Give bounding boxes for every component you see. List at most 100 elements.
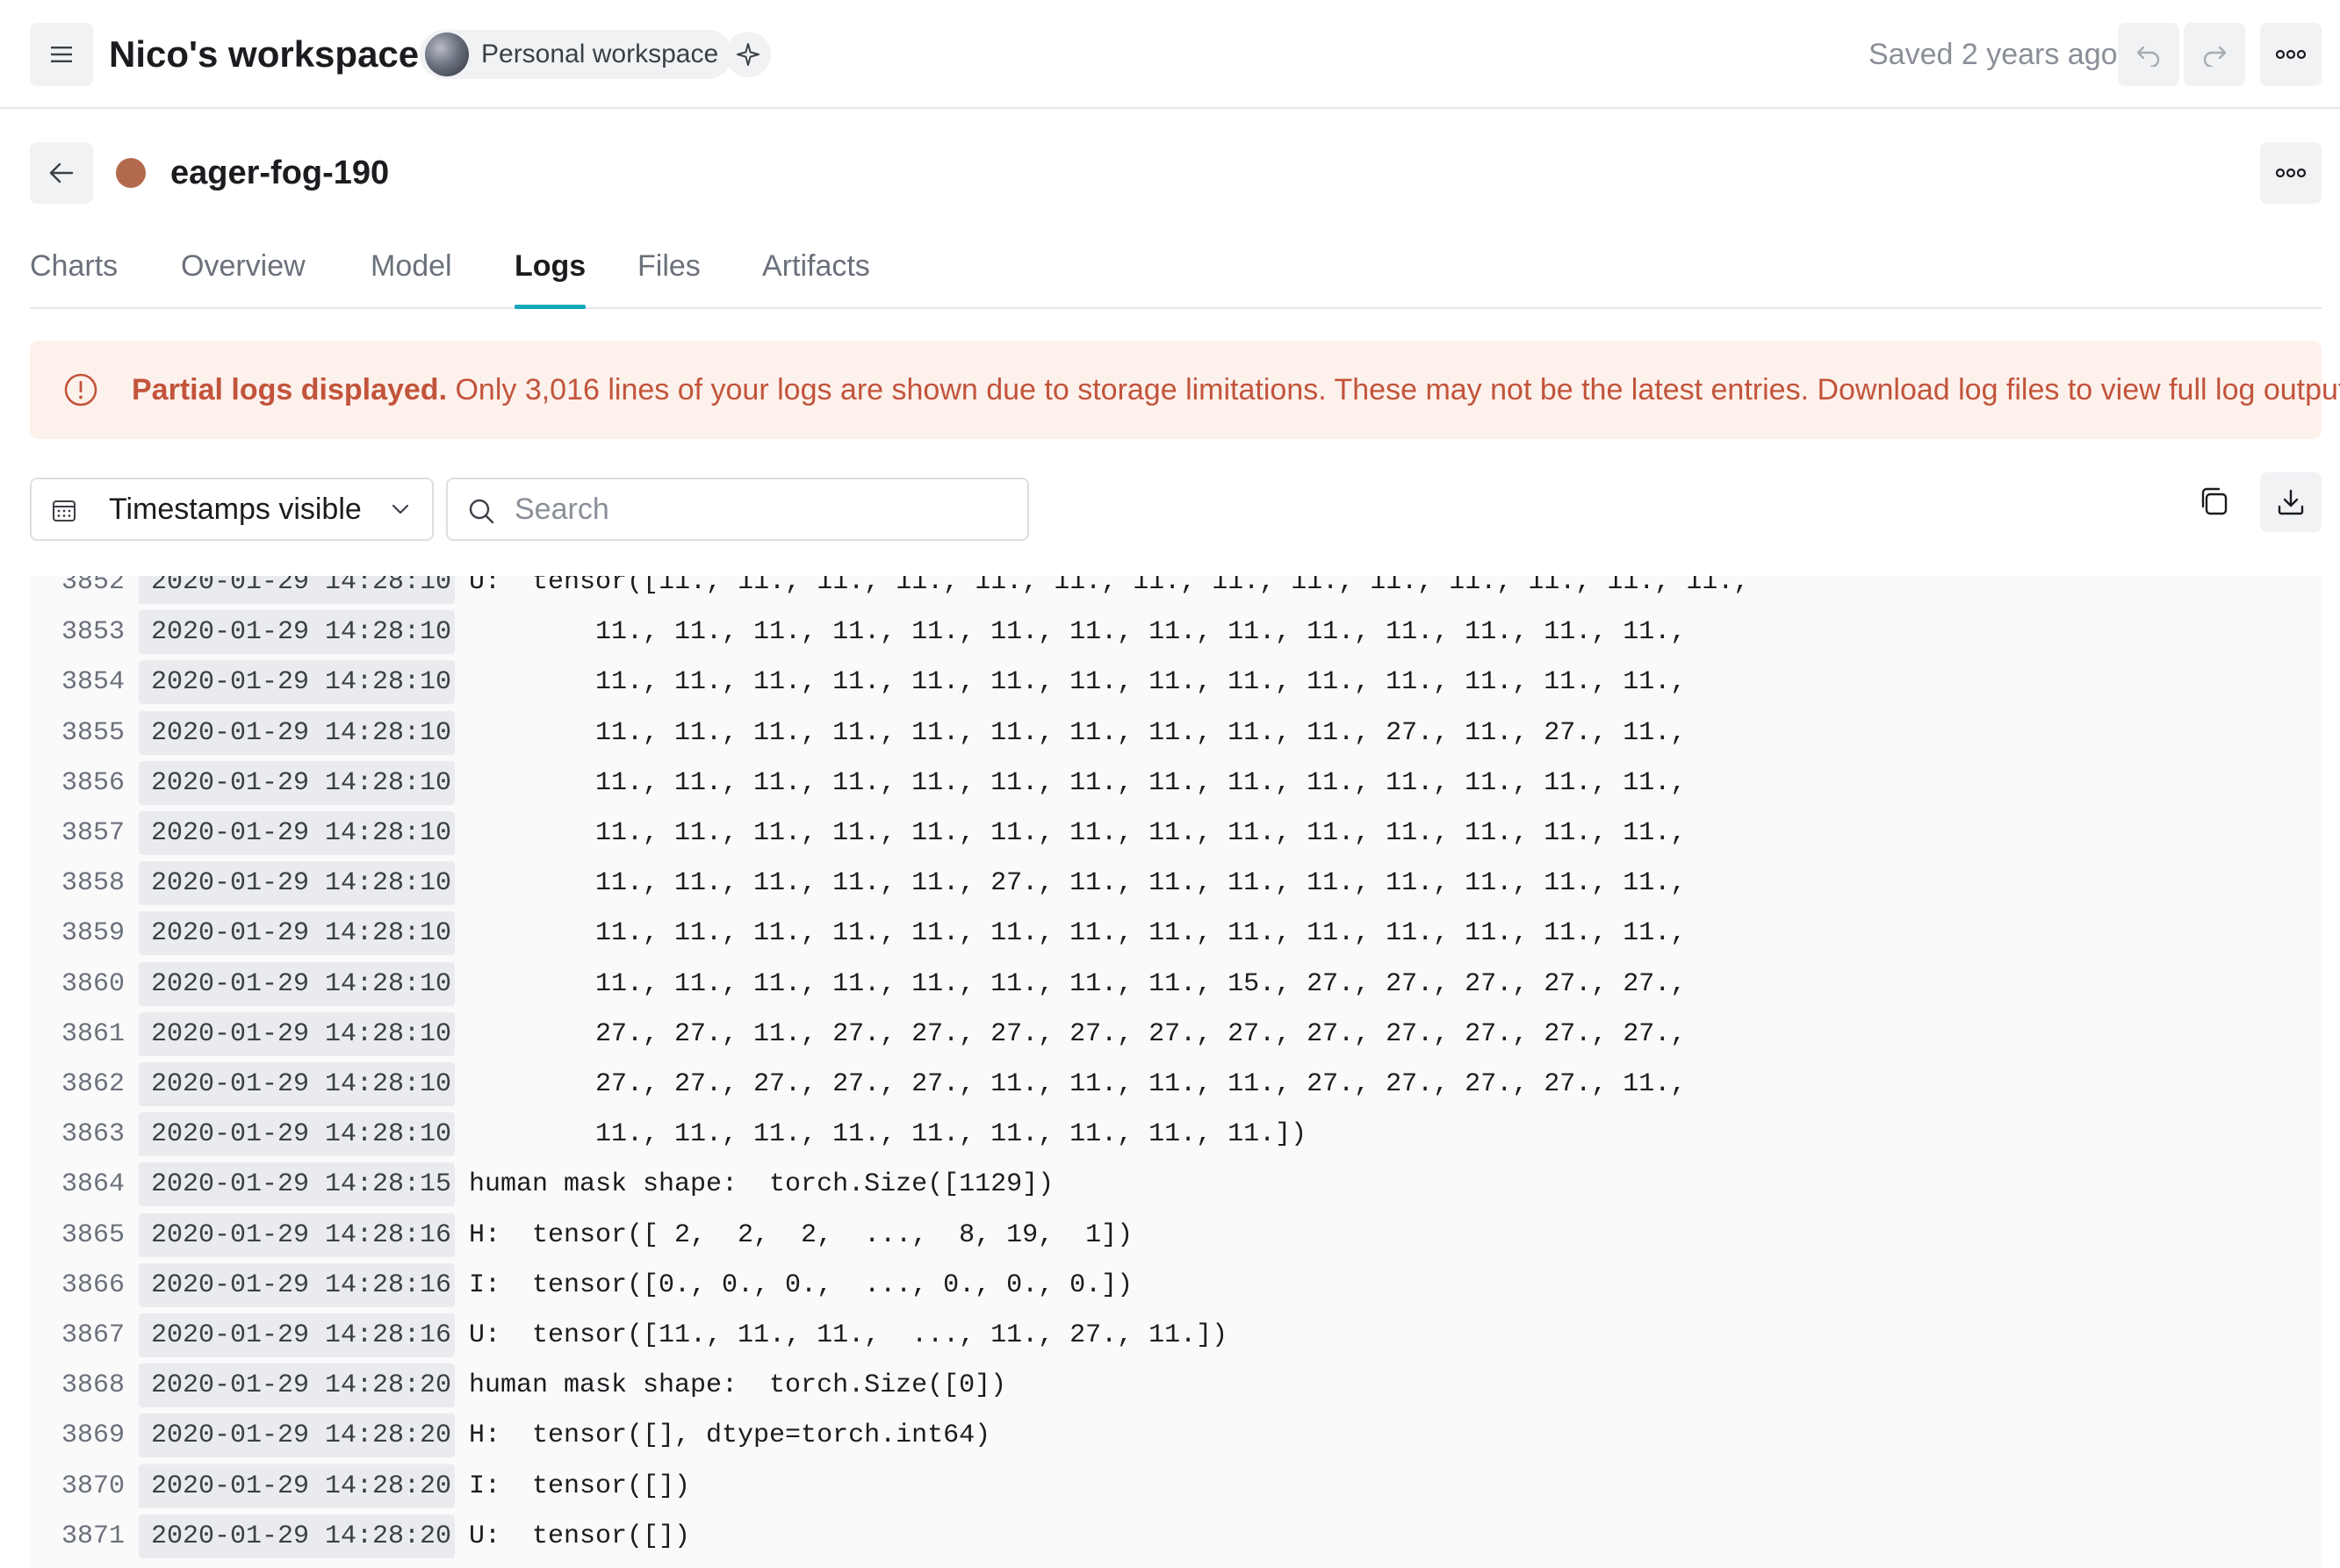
log-row: 3864 2020-01-29 14:28:15 human mask shape:… xyxy=(30,1159,2322,1209)
log-viewer[interactable]: 3852 2020-01-29 14:28:10 U: tensor([11., 1… xyxy=(30,576,2322,1568)
back-button[interactable] xyxy=(30,142,93,204)
alert-circle-icon xyxy=(64,373,97,406)
workspace-pill-label: Personal workspace xyxy=(481,40,719,68)
partial-logs-alert: Partial logs displayed. Only 3,016 lines… xyxy=(30,341,2340,439)
log-message: 11., 11., 11., 11., 11., 27., 11., 11., … xyxy=(469,868,1687,899)
log-message: human mask shape: torch.Size([0]) xyxy=(469,1370,1007,1401)
log-row: 3853 2020-01-29 14:28:10 11., 11., 11., 1… xyxy=(30,607,2322,657)
log-line-number: 3855 xyxy=(61,717,125,748)
run-color-dot xyxy=(116,158,146,188)
log-row: 3859 2020-01-29 14:28:10 11., 11., 11., 1… xyxy=(30,908,2322,958)
log-row: 3865 2020-01-29 14:28:16 H: tensor([ 2, 2,… xyxy=(30,1210,2322,1260)
run-more-options-button[interactable] xyxy=(2260,142,2322,204)
alert-message: Only 3,016 lines of your logs are shown … xyxy=(447,373,2340,406)
sparkle-icon xyxy=(737,43,760,66)
log-timestamp: 2020-01-29 14:28:16 xyxy=(139,1313,455,1357)
log-line-number: 3860 xyxy=(61,968,125,999)
tab-artifacts[interactable]: Artifacts xyxy=(762,239,870,307)
log-message: 11., 11., 11., 11., 11., 11., 11., 11., … xyxy=(469,767,1687,798)
log-row: 3856 2020-01-29 14:28:10 11., 11., 11., 1… xyxy=(30,758,2322,808)
sparkle-button[interactable] xyxy=(725,32,771,77)
calendar-icon xyxy=(53,500,76,521)
menu-button[interactable] xyxy=(30,23,93,86)
avatar xyxy=(425,32,469,76)
log-timestamp: 2020-01-29 14:28:20 xyxy=(139,1464,455,1508)
log-message: H: tensor([], dtype=torch.int64) xyxy=(469,1421,991,1451)
log-row: 3869 2020-01-29 14:28:20 H: tensor([], dty… xyxy=(30,1410,2322,1460)
tab-files[interactable]: Files xyxy=(637,239,701,307)
log-row: 3866 2020-01-29 14:28:16 I: tensor([0., 0.… xyxy=(30,1260,2322,1310)
undo-button[interactable] xyxy=(2118,23,2179,86)
log-timestamp: 2020-01-29 14:28:10 xyxy=(139,911,455,956)
log-line-number: 3856 xyxy=(61,767,125,798)
log-row: 3861 2020-01-29 14:28:10 27., 27., 11., 2… xyxy=(30,1009,2322,1059)
log-line-number: 3853 xyxy=(61,617,125,648)
log-message: 11., 11., 11., 11., 11., 11., 11., 11., … xyxy=(469,717,1687,748)
log-row: 3863 2020-01-29 14:28:10 11., 11., 11., 1… xyxy=(30,1109,2322,1159)
tab-model[interactable]: Model xyxy=(371,239,452,307)
log-timestamp: 2020-01-29 14:28:10 xyxy=(139,1112,455,1157)
log-line-number: 3864 xyxy=(61,1169,125,1200)
log-message: U: tensor([11., 11., 11., 11., 11., 11.,… xyxy=(469,576,1750,597)
log-row: 3852 2020-01-29 14:28:10 U: tensor([11., 1… xyxy=(30,576,2322,607)
log-timestamp: 2020-01-29 14:28:10 xyxy=(139,760,455,805)
log-message: 11., 11., 11., 11., 11., 11., 11., 11., … xyxy=(469,1119,1307,1150)
log-row: 3860 2020-01-29 14:28:10 11., 11., 11., 1… xyxy=(30,959,2322,1009)
top-bar: Nico's workspace Personal workspace Save… xyxy=(0,0,2340,109)
log-message: I: tensor([]) xyxy=(469,1471,691,1501)
copy-logs-button[interactable] xyxy=(2195,483,2232,520)
undo-icon xyxy=(2136,46,2160,67)
log-line-number: 3859 xyxy=(61,918,125,949)
tab-charts[interactable]: Charts xyxy=(30,239,118,307)
hamburger-icon xyxy=(51,47,72,62)
search-icon xyxy=(469,499,494,524)
redo-icon xyxy=(2203,46,2227,67)
timestamps-select-label: Timestamps visible xyxy=(109,493,362,526)
log-message: 11., 11., 11., 11., 11., 11., 11., 11., … xyxy=(469,617,1687,648)
timestamps-select[interactable]: Timestamps visible xyxy=(30,478,434,541)
log-row: 3854 2020-01-29 14:28:10 11., 11., 11., 1… xyxy=(30,657,2322,707)
tab-logs[interactable]: Logs xyxy=(515,239,587,309)
log-timestamp: 2020-01-29 14:28:10 xyxy=(139,1062,455,1106)
log-line-number: 3868 xyxy=(61,1370,125,1401)
download-logs-button[interactable] xyxy=(2260,472,2322,532)
workspace-pill[interactable]: Personal workspace xyxy=(420,30,733,79)
log-message: U: tensor([11., 11., 11., ..., 11., 27.,… xyxy=(469,1320,1228,1350)
log-timestamp: 2020-01-29 14:28:10 xyxy=(139,710,455,755)
log-line-number: 3854 xyxy=(61,667,125,698)
log-timestamp: 2020-01-29 14:28:16 xyxy=(139,1262,455,1307)
log-line-number: 3865 xyxy=(61,1219,125,1250)
log-timestamp: 2020-01-29 14:28:10 xyxy=(139,660,455,705)
chevron-down-icon xyxy=(392,504,409,514)
log-line-number: 3857 xyxy=(61,818,125,848)
log-message: 11., 11., 11., 11., 11., 11., 11., 11., … xyxy=(469,818,1687,848)
log-message: 11., 11., 11., 11., 11., 11., 11., 11., … xyxy=(469,667,1687,698)
log-message: H: tensor([ 2, 2, 2, ..., 8, 19, 1]) xyxy=(469,1219,1134,1250)
log-row: 3867 2020-01-29 14:28:16 U: tensor([11., 1… xyxy=(30,1310,2322,1360)
more-options-button[interactable] xyxy=(2260,23,2322,86)
workspace-title[interactable]: Nico's workspace xyxy=(109,26,419,83)
log-timestamp: 2020-01-29 14:28:10 xyxy=(139,811,455,855)
run-tabs: Charts Overview Model Logs Files Artifac… xyxy=(30,239,2322,309)
log-timestamp: 2020-01-29 14:28:10 xyxy=(139,576,455,604)
log-line-number: 3863 xyxy=(61,1119,125,1150)
redo-button[interactable] xyxy=(2184,23,2245,86)
log-timestamp: 2020-01-29 14:28:20 xyxy=(139,1514,455,1558)
more-horizontal-icon xyxy=(2276,168,2306,178)
log-timestamp: 2020-01-29 14:28:10 xyxy=(139,961,455,1006)
tab-overview[interactable]: Overview xyxy=(181,239,306,307)
log-row: 3870 2020-01-29 14:28:20 I: tensor([]) xyxy=(30,1461,2322,1511)
log-message: 11., 11., 11., 11., 11., 11., 11., 11., … xyxy=(469,918,1687,949)
log-line-number: 3858 xyxy=(61,868,125,899)
log-timestamp: 2020-01-29 14:28:10 xyxy=(139,861,455,906)
log-message: 27., 27., 27., 27., 27., 11., 11., 11., … xyxy=(469,1069,1687,1099)
log-message: 27., 27., 11., 27., 27., 27., 27., 27., … xyxy=(469,1018,1687,1049)
log-timestamp: 2020-01-29 14:28:16 xyxy=(139,1212,455,1257)
log-line-number: 3867 xyxy=(61,1320,125,1350)
log-message: I: tensor([0., 0., 0., ..., 0., 0., 0.]) xyxy=(469,1270,1134,1300)
saved-status: Saved 2 years ago xyxy=(1868,38,2118,71)
log-line-number: 3871 xyxy=(61,1521,125,1551)
log-line-number: 3869 xyxy=(61,1421,125,1451)
search-input[interactable] xyxy=(515,483,1015,536)
search-box xyxy=(446,478,1029,541)
